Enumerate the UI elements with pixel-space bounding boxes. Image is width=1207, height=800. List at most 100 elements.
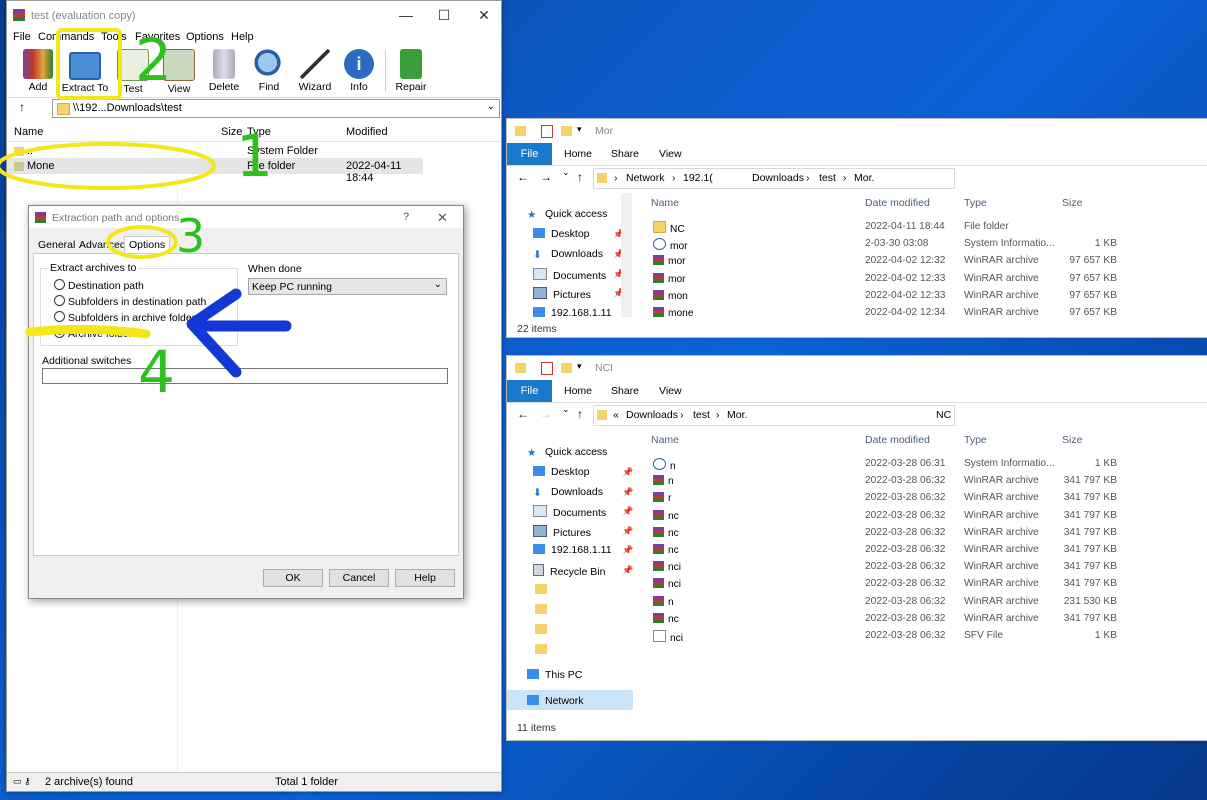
new-folder-icon[interactable] <box>561 363 572 373</box>
forward-arrow-icon[interactable]: → <box>540 407 552 421</box>
menu-file[interactable]: File <box>13 31 31 43</box>
chevron-down-icon[interactable]: ▾ <box>577 124 582 135</box>
new-folder-icon[interactable] <box>561 126 572 136</box>
breadcrumb[interactable]: › Network › 192.1( Downloads › test › Mo… <box>593 168 955 189</box>
menu-tools[interactable]: Tools <box>101 31 127 43</box>
minimize-button[interactable]: — <box>391 7 421 23</box>
view-button[interactable]: View <box>157 47 201 95</box>
tree-quick-access[interactable]: ★ Quick access <box>527 446 607 459</box>
tree-folder[interactable] <box>535 624 553 636</box>
nav-scrollbar[interactable] <box>621 193 632 317</box>
radio-archive-folders[interactable]: Archive folders <box>54 327 137 340</box>
header-size[interactable]: Size <box>1062 434 1082 446</box>
up-arrow-icon[interactable]: ↑ <box>19 100 25 114</box>
breadcrumb-downloads[interactable]: Downloads <box>752 172 804 184</box>
column-type[interactable]: Type <box>247 126 271 138</box>
cancel-button[interactable]: Cancel <box>329 569 389 587</box>
ribbon-view-tab[interactable]: View <box>659 148 682 160</box>
tree-network[interactable]: Network <box>527 695 584 707</box>
breadcrumb-mor[interactable]: Mor. <box>854 172 874 184</box>
ribbon-file-tab[interactable]: File <box>507 143 552 165</box>
wizard-button[interactable]: Wizard <box>293 47 337 93</box>
file-row[interactable]: .. System Folder <box>7 143 501 159</box>
pin-icon[interactable]: 📌 <box>622 506 633 517</box>
breadcrumb[interactable]: « Downloads › test › Mor. NC <box>593 405 955 426</box>
tree-folder[interactable] <box>535 584 553 596</box>
close-icon[interactable]: ✕ <box>437 210 448 226</box>
properties-icon[interactable] <box>541 362 553 375</box>
tree-quick-access[interactable]: ★ Quick access <box>527 208 607 221</box>
column-modified[interactable]: Modified <box>346 126 388 138</box>
radio-subfolders-destination[interactable]: Subfolders in destination path <box>54 295 206 308</box>
up-arrow-icon[interactable]: ↑ <box>577 170 583 184</box>
breadcrumb-test[interactable]: test <box>693 409 710 421</box>
extract-to-button[interactable]: Extract To <box>61 47 109 94</box>
header-name[interactable]: Name <box>651 434 679 446</box>
pin-icon[interactable]: 📌 <box>622 545 633 556</box>
header-type[interactable]: Type <box>964 434 987 446</box>
tab-general[interactable]: General <box>35 239 78 251</box>
ribbon-home-tab[interactable]: Home <box>564 385 592 397</box>
ribbon-file-tab[interactable]: File <box>507 380 552 402</box>
pin-icon[interactable]: 📌 <box>622 467 633 478</box>
add-button[interactable]: Add <box>16 47 60 93</box>
tree-downloads[interactable]: ⬇ Downloads <box>533 248 603 261</box>
info-button[interactable]: i Info <box>337 47 381 93</box>
chevron-down-icon[interactable]: ▾ <box>577 361 582 372</box>
tree-documents[interactable]: Documents <box>533 268 606 282</box>
breadcrumb-nc[interactable]: NC <box>936 409 951 421</box>
ribbon-view-tab[interactable]: View <box>659 385 682 397</box>
tree-pictures[interactable]: Pictures <box>533 525 591 539</box>
chevron-down-icon[interactable]: ⌄ <box>487 101 495 112</box>
header-date[interactable]: Date modified <box>865 434 930 446</box>
tab-options[interactable]: Options <box>124 236 171 254</box>
breadcrumb-network[interactable]: Network <box>626 172 665 184</box>
when-done-select[interactable]: Keep PC running ⌄ <box>248 278 447 295</box>
breadcrumb-test[interactable]: test <box>819 172 836 184</box>
breadcrumb-downloads[interactable]: Downloads <box>626 409 678 421</box>
chevron-down-icon[interactable]: ⌄ <box>562 167 570 178</box>
header-type[interactable]: Type <box>964 197 987 209</box>
breadcrumb-overflow[interactable]: « <box>613 409 619 421</box>
help-button[interactable]: Help <box>395 569 455 587</box>
menu-commands[interactable]: Commands <box>38 31 94 43</box>
switches-input[interactable] <box>42 368 448 384</box>
tree-documents[interactable]: Documents <box>533 505 606 519</box>
ribbon-share-tab[interactable]: Share <box>611 148 639 160</box>
breadcrumb-mor[interactable]: Mor. <box>727 409 747 421</box>
properties-icon[interactable] <box>541 125 553 138</box>
radio-subfolders-archive[interactable]: Subfolders in archive folders <box>54 311 201 324</box>
header-date[interactable]: Date modified <box>865 197 930 209</box>
tree-folder[interactable] <box>535 604 553 616</box>
header-name[interactable]: Name <box>651 197 679 209</box>
pin-icon[interactable]: 📌 <box>622 526 633 537</box>
address-field[interactable]: \\192...Downloads\test ⌄ <box>52 99 500 118</box>
column-name[interactable]: Name <box>14 126 43 138</box>
ribbon-home-tab[interactable]: Home <box>564 148 592 160</box>
tree-network-share[interactable]: 192.168.1.11 <box>533 307 612 319</box>
test-button[interactable]: Test <box>111 47 155 95</box>
help-icon[interactable]: ? <box>403 211 409 223</box>
ribbon-share-tab[interactable]: Share <box>611 385 639 397</box>
column-size[interactable]: Size <box>221 126 242 138</box>
breadcrumb-ip[interactable]: 192.1( <box>683 172 713 184</box>
tree-pictures[interactable]: Pictures <box>533 287 591 301</box>
close-button[interactable]: ✕ <box>469 7 499 24</box>
tree-desktop[interactable]: Desktop <box>533 228 590 240</box>
radio-destination-path[interactable]: Destination path <box>54 279 144 292</box>
menu-options[interactable]: Options <box>186 31 224 43</box>
tree-downloads[interactable]: ⬇ Downloads <box>533 486 603 499</box>
tree-desktop[interactable]: Desktop <box>533 466 590 478</box>
tree-this-pc[interactable]: This PC <box>527 669 582 681</box>
tree-recycle-bin[interactable]: Recycle Bin <box>533 564 605 578</box>
tab-advanced[interactable]: Advanced <box>76 239 129 251</box>
back-arrow-icon[interactable]: ← <box>517 170 529 184</box>
header-size[interactable]: Size <box>1062 197 1082 209</box>
repair-button[interactable]: Repair <box>389 47 433 93</box>
up-arrow-icon[interactable]: ↑ <box>577 407 583 421</box>
file-row[interactable]: Mone File folder 2022-04-11 18:44 <box>7 158 423 184</box>
delete-button[interactable]: Delete <box>202 47 246 93</box>
chevron-down-icon[interactable]: ⌄ <box>562 404 570 415</box>
maximize-button[interactable]: ☐ <box>429 7 459 24</box>
pin-icon[interactable]: 📌 <box>622 565 633 576</box>
